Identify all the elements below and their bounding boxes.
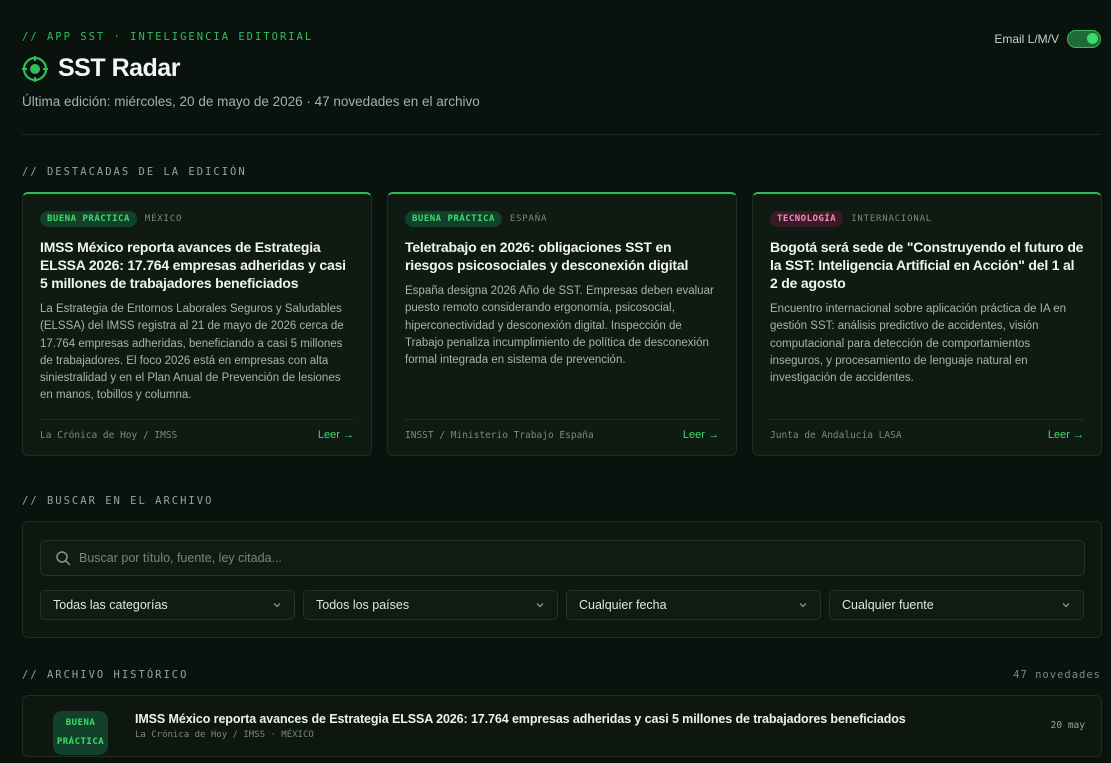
edition-subtitle: Última edición: miércoles, 20 de mayo de… — [22, 94, 480, 109]
date-filter-select[interactable]: Cualquier fecha — [566, 590, 821, 620]
card-source: INSST / Ministerio Trabajo España — [405, 429, 594, 441]
card-title[interactable]: Teletrabajo en 2026: obligaciones SST en… — [405, 238, 719, 274]
search-placeholder: Buscar por título, fuente, ley citada... — [79, 551, 282, 565]
category-badge: BUENA PRÁCTICA — [40, 211, 137, 227]
read-more-link[interactable]: Leer → — [1048, 429, 1084, 441]
card-footer: La Crónica de Hoy / IMSS Leer → — [40, 419, 354, 441]
email-toggle-switch[interactable] — [1067, 30, 1101, 48]
filter-row: Todas las categorías Todos los países Cu… — [40, 590, 1084, 620]
card-summary: España designa 2026 Año de SST. Empresas… — [405, 285, 714, 367]
featured-cards: BUENA PRÁCTICA MÉXICO IMSS México report… — [22, 192, 1102, 456]
card-footer: INSST / Ministerio Trabajo España Leer → — [405, 419, 719, 441]
email-toggle-group: Email L/M/V — [994, 30, 1101, 48]
app-title-row: SST Radar — [22, 54, 180, 83]
archive-item-meta: La Crónica de Hoy / IMSS · MÉXICO — [135, 730, 314, 740]
archive-list-item[interactable]: BUENA PRÁCTICA IMSS México reporta avanc… — [22, 695, 1102, 757]
category-badge: BUENA PRÁCTICA — [405, 211, 502, 227]
select-value: Cualquier fecha — [579, 598, 667, 612]
country-filter-select[interactable]: Todos los países — [303, 590, 558, 620]
select-value: Cualquier fuente — [842, 598, 934, 612]
search-heading: // BUSCAR EN EL ARCHIVO — [22, 495, 214, 507]
card-source: La Crónica de Hoy / IMSS — [40, 429, 178, 441]
radar-target-icon — [22, 55, 48, 82]
featured-heading: // DESTACADAS DE LA EDICIÓN — [22, 166, 247, 178]
archive-item-date: 20 may — [1050, 720, 1085, 731]
archive-item-title[interactable]: IMSS México reporta avances de Estrategi… — [135, 712, 906, 726]
read-more-link[interactable]: Leer → — [318, 429, 354, 441]
featured-card[interactable]: BUENA PRÁCTICA MÉXICO IMSS México report… — [22, 192, 372, 456]
card-summary: La Estrategia de Entornos Laborales Segu… — [40, 303, 344, 402]
category-filter-select[interactable]: Todas las categorías — [40, 590, 295, 620]
featured-card[interactable]: TECNOLOGÍA INTERNACIONAL Bogotá será sed… — [752, 192, 1102, 456]
card-title[interactable]: Bogotá será sede de "Construyendo el fut… — [770, 238, 1084, 292]
search-input[interactable]: Buscar por título, fuente, ley citada... — [40, 540, 1085, 576]
select-value: Todas las categorías — [53, 598, 168, 612]
category-badge: TECNOLOGÍA — [770, 211, 844, 227]
card-source: Junta de Andalucía LASA — [770, 429, 902, 441]
card-footer: Junta de Andalucía LASA Leer → — [770, 419, 1084, 441]
select-value: Todos los países — [316, 598, 410, 612]
email-toggle-label: Email L/M/V — [994, 32, 1059, 46]
archive-heading: // ARCHIVO HISTÓRICO — [22, 669, 189, 681]
archive-count: 47 novedades — [1013, 669, 1101, 681]
country-label: ESPAÑA — [509, 214, 548, 224]
category-badge: BUENA PRÁCTICA — [53, 711, 108, 755]
header-divider — [22, 134, 1101, 135]
read-more-link[interactable]: Leer → — [683, 429, 719, 441]
chevron-down-icon — [536, 603, 544, 608]
toggle-knob — [1087, 33, 1098, 44]
card-summary: Encuentro internacional sobre aplicación… — [770, 303, 1066, 385]
country-label: MÉXICO — [144, 214, 183, 224]
app-eyebrow: // APP SST · INTELIGENCIA EDITORIAL — [22, 31, 314, 43]
chevron-down-icon — [273, 603, 281, 608]
chevron-down-icon — [799, 603, 807, 608]
app-title: SST Radar — [58, 54, 180, 82]
chevron-down-icon — [1062, 603, 1070, 608]
card-title[interactable]: IMSS México reporta avances de Estrategi… — [40, 238, 354, 292]
search-panel: Buscar por título, fuente, ley citada...… — [22, 521, 1102, 638]
country-label: INTERNACIONAL — [851, 214, 933, 224]
featured-card[interactable]: BUENA PRÁCTICA ESPAÑA Teletrabajo en 202… — [387, 192, 737, 456]
source-filter-select[interactable]: Cualquier fuente — [829, 590, 1084, 620]
search-icon — [56, 551, 71, 566]
